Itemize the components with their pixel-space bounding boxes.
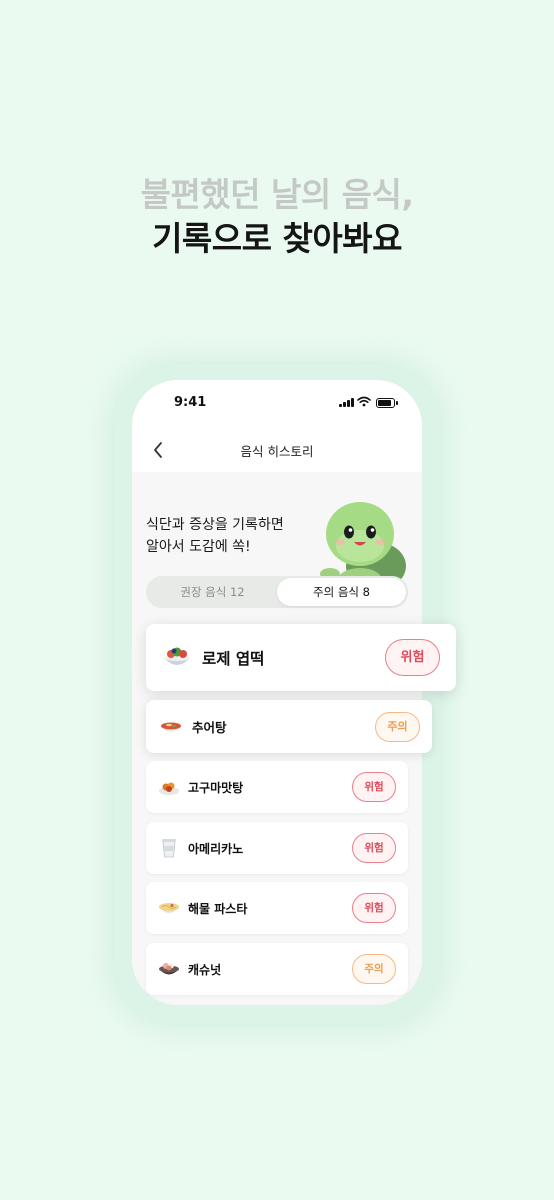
risk-badge: 위험 — [385, 639, 440, 676]
food-card[interactable]: 추어탕 주의 — [146, 700, 432, 753]
pasta-plate-icon — [158, 897, 180, 919]
food-card[interactable]: 해물 파스타 위험 — [146, 882, 408, 934]
cellular-signal-icon — [339, 398, 354, 407]
risk-badge: 주의 — [352, 954, 396, 984]
food-name: 로제 엽떡 — [202, 649, 265, 668]
food-name: 해물 파스타 — [188, 901, 248, 916]
food-card[interactable]: 로제 엽떡 위험 — [146, 624, 456, 691]
status-time: 9:41 — [174, 395, 207, 410]
tab-caution-foods[interactable]: 주의 음식 8 — [277, 578, 406, 606]
risk-badge: 위험 — [352, 772, 396, 802]
food-card[interactable]: 캐슈넛 주의 — [146, 943, 408, 995]
nuts-bowl-icon — [158, 958, 180, 980]
soup-bowl-icon — [158, 714, 184, 740]
headline-line-2: 기록으로 찾아봐요 — [152, 219, 402, 258]
intro-line-2: 알아서 도감에 쏙! — [146, 539, 251, 555]
battery-icon — [376, 398, 398, 408]
risk-badge: 주의 — [375, 711, 420, 742]
food-name: 아메리카노 — [188, 841, 244, 856]
status-bar: 9:41 — [132, 380, 422, 426]
sweet-potato-dish-icon — [158, 776, 180, 798]
food-name: 고구마맛탕 — [188, 780, 244, 795]
food-card[interactable]: 아메리카노 위험 — [146, 822, 408, 874]
intro-line-1: 식단과 증상을 기록하면 — [146, 517, 284, 533]
wifi-icon — [357, 396, 371, 407]
headline-line-1: 불편했던 날의 음식, — [140, 175, 414, 214]
tteokbokki-bowl-icon — [162, 643, 192, 673]
food-name: 캐슈넛 — [188, 962, 222, 977]
coffee-cup-icon — [158, 837, 180, 859]
food-card[interactable]: 고구마맛탕 위험 — [146, 761, 408, 813]
page-title: 음식 히스토리 — [240, 444, 314, 459]
risk-badge: 위험 — [352, 833, 396, 863]
food-tabs: 권장 음식 12 주의 음식 8 — [146, 576, 408, 608]
food-name: 추어탕 — [192, 720, 227, 735]
tab-recommended-foods[interactable]: 권장 음식 12 — [148, 578, 277, 606]
risk-badge: 위험 — [352, 893, 396, 923]
nav-bar: 음식 히스토리 — [132, 428, 422, 472]
intro-text: 식단과 증상을 기록하면 알아서 도감에 쏙! — [146, 514, 284, 558]
